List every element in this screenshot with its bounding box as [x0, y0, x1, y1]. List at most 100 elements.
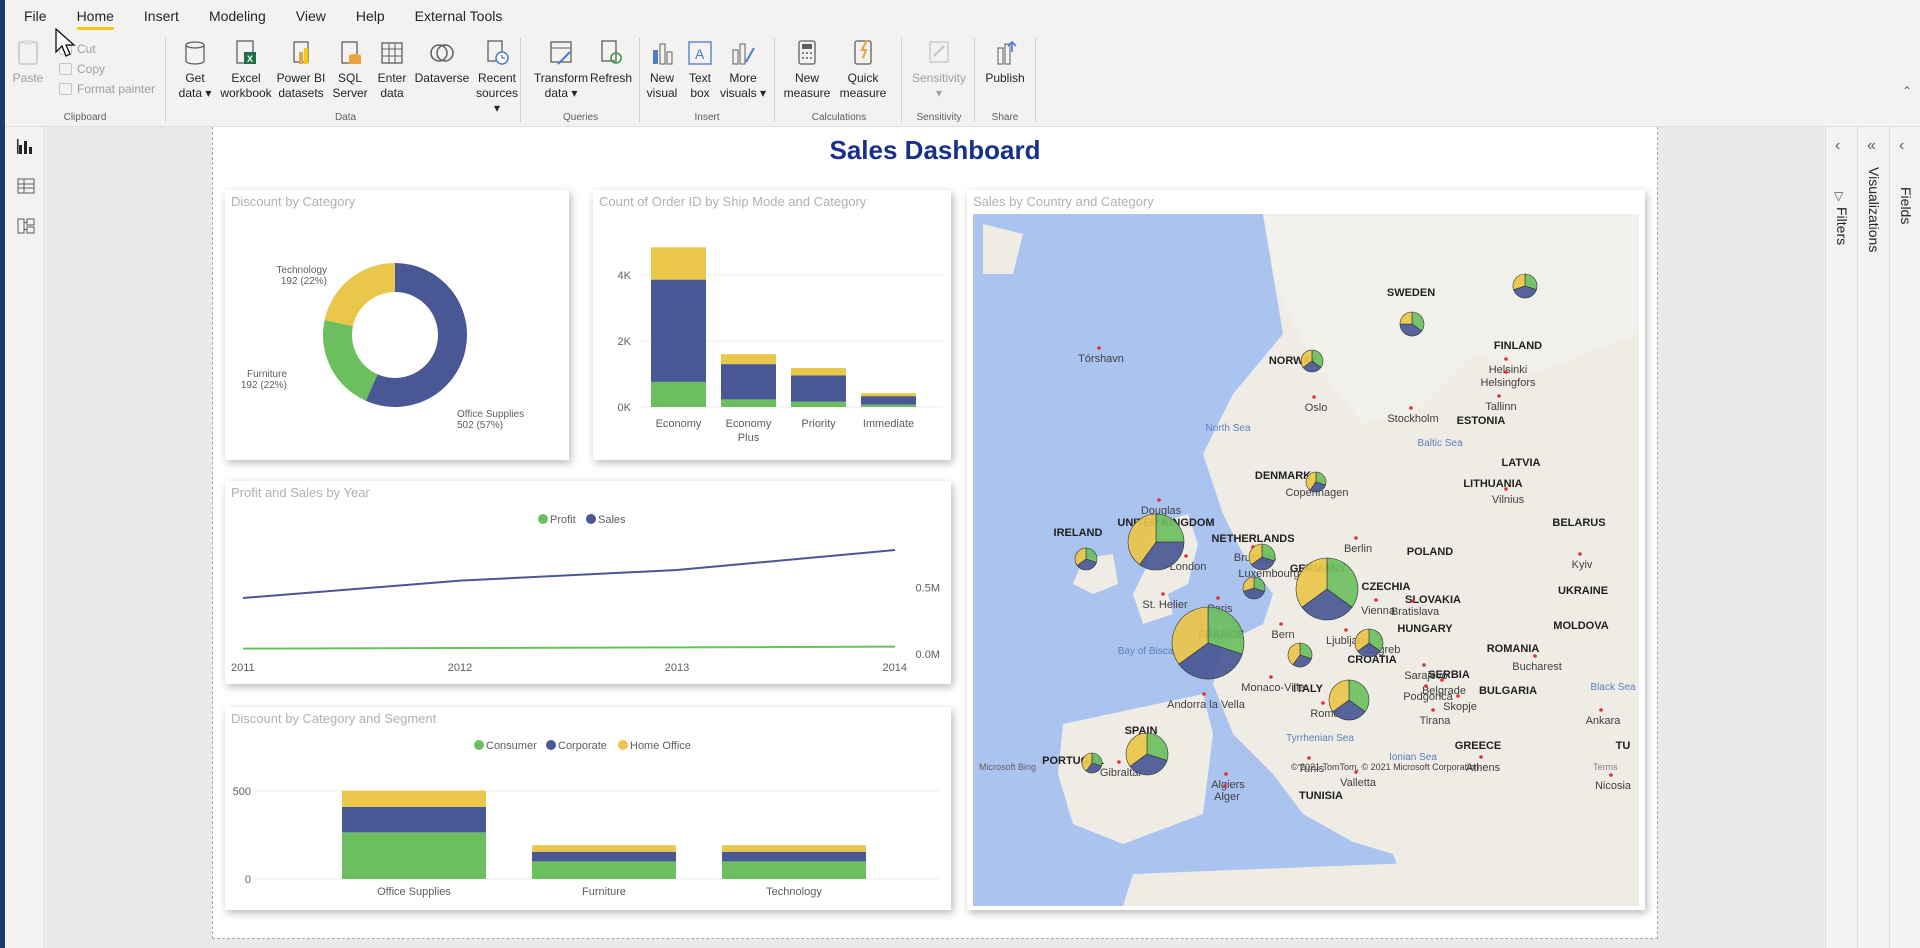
chevron-left-icon[interactable]: ‹: [1899, 137, 1904, 155]
map-visual[interactable]: Sales by Country and Category SWEDEN FINL…: [967, 190, 1645, 910]
slice-value-label: 192 (22%): [281, 276, 327, 287]
fields-pane-label: Fields: [1898, 187, 1914, 225]
bar-segment[interactable]: [722, 845, 866, 852]
city-label: Skopje: [1443, 701, 1477, 713]
double-chevron-left-icon[interactable]: «: [1867, 137, 1876, 155]
shipmode-chart: 0K 2K 4K Economy Economy Plus Priority Immediat…: [618, 247, 943, 444]
visualizations-pane-label: Visualizations: [1866, 167, 1882, 253]
copy-icon: [59, 63, 72, 75]
enter-data-button[interactable]: Enter data: [372, 36, 412, 101]
europe-map[interactable]: SWEDENFINLANDNORWAYESTONIALATVIALITHUANI…: [973, 214, 1639, 906]
chevron-left-icon[interactable]: ‹: [1835, 137, 1840, 155]
excel-workbook-button[interactable]: X Excel workbook: [218, 36, 274, 101]
publish-button[interactable]: Publish: [979, 36, 1031, 86]
bar-segment[interactable]: [342, 790, 486, 807]
text-box-button[interactable]: A Text box: [682, 36, 718, 101]
transform-data-button[interactable]: Transform data ▾: [533, 36, 589, 101]
segment-visual[interactable]: Discount by Category and Segment Consume…: [225, 707, 951, 910]
bar-segment[interactable]: [861, 404, 916, 407]
bar-segment[interactable]: [342, 806, 486, 833]
sensitivity-button[interactable]: Sensitivity ▾: [906, 36, 972, 101]
bar-segment[interactable]: [721, 399, 776, 407]
donut-slice[interactable]: [323, 320, 378, 401]
city-label: Berlin: [1344, 543, 1372, 555]
x-tick-label: Economy: [726, 418, 772, 430]
series-line[interactable]: [242, 549, 896, 599]
format-painter-button[interactable]: Format painter: [57, 80, 155, 98]
refresh-button[interactable]: Refresh: [589, 36, 633, 86]
slice-value-label: 192 (22%): [241, 380, 287, 391]
bar-segment[interactable]: [651, 247, 706, 280]
bar-segment[interactable]: [721, 364, 776, 400]
power-bi-datasets-button[interactable]: Power BI datasets: [274, 36, 328, 101]
city-dot: [1533, 654, 1537, 658]
menu-help[interactable]: Help: [356, 0, 385, 32]
calculations-group: New measure Quick measure Calculations: [777, 36, 901, 125]
city-label: Helsingfors: [1480, 377, 1536, 389]
get-data-button[interactable]: Get data ▾: [172, 36, 218, 101]
profit-sales-visual[interactable]: Profit and Sales by Year Profit Sales 0.0M…: [225, 481, 951, 684]
bar-segment[interactable]: [532, 851, 676, 862]
city-dot: [1321, 701, 1325, 705]
bar-segment[interactable]: [861, 393, 916, 397]
report-view-icon[interactable]: [17, 137, 35, 155]
ribbon-separator: [639, 38, 640, 122]
donut-visual[interactable]: Discount by Category Office Supplies 502 …: [225, 190, 569, 460]
y-tick-label: 0.0M: [916, 649, 940, 661]
x-tick-label: Furniture: [582, 886, 626, 898]
bar-segment[interactable]: [651, 279, 706, 382]
bar-segment[interactable]: [722, 861, 866, 879]
visual-title: Sales by Country and Category: [973, 194, 1154, 209]
city-dot: [1307, 756, 1311, 760]
city-dot: [1312, 395, 1316, 399]
bar-segment[interactable]: [532, 861, 676, 879]
city-dot: [1344, 628, 1348, 632]
slice-name-label: Technology: [276, 265, 327, 276]
new-visual-button[interactable]: New visual: [642, 36, 682, 101]
more-visuals-button[interactable]: More visuals ▾: [718, 36, 768, 101]
bar-segment[interactable]: [722, 851, 866, 862]
new-measure-button[interactable]: New measure: [781, 36, 833, 101]
city-label: Tórshavn: [1078, 353, 1124, 365]
sensitivity-group: Sensitivity ▾ Sensitivity: [904, 36, 974, 125]
bar-segment[interactable]: [721, 354, 776, 365]
series-line[interactable]: [242, 645, 896, 650]
menu-home[interactable]: Home: [76, 0, 115, 32]
bar-segment[interactable]: [861, 396, 916, 405]
recent-sources-button[interactable]: Recent sources ▾: [472, 36, 522, 116]
bar-segment[interactable]: [651, 381, 706, 407]
donut-slice[interactable]: [324, 263, 395, 327]
transform-icon: [546, 38, 576, 68]
country-label: UKRAINE: [1558, 585, 1608, 597]
sql-server-button[interactable]: SQL Server: [328, 36, 372, 101]
menu-insert[interactable]: Insert: [144, 0, 179, 32]
visualizations-pane[interactable]: « Visualizations: [1857, 127, 1889, 948]
bar-segment[interactable]: [791, 368, 846, 376]
dataverse-button[interactable]: Dataverse: [412, 36, 472, 86]
filter-icon: ▽: [1834, 189, 1844, 203]
bar-segment[interactable]: [791, 375, 846, 402]
menu-view[interactable]: View: [296, 0, 326, 32]
filters-pane[interactable]: ‹ ▽ Filters: [1825, 127, 1857, 948]
legend-marker: [618, 740, 628, 750]
collapse-ribbon-icon[interactable]: ⌃: [1902, 84, 1912, 98]
fields-pane[interactable]: ‹ Fields: [1889, 127, 1920, 948]
menu-modeling[interactable]: Modeling: [209, 0, 266, 32]
model-view-icon[interactable]: [17, 217, 35, 235]
map-terms-link[interactable]: Terms: [1593, 762, 1618, 772]
city-label: Tirana: [1420, 715, 1452, 727]
city-label: Kyiv: [1572, 559, 1593, 571]
copy-button[interactable]: Copy: [57, 60, 105, 78]
quick-measure-button[interactable]: Quick measure: [833, 36, 893, 101]
bar-segment[interactable]: [791, 401, 846, 407]
menu-file[interactable]: File: [24, 0, 47, 32]
menu-external-tools[interactable]: External Tools: [415, 0, 503, 32]
bar-segment[interactable]: [342, 832, 486, 879]
paste-button[interactable]: Paste: [11, 36, 45, 86]
bar-segment[interactable]: [532, 845, 676, 852]
city-dot: [1504, 370, 1508, 374]
y-tick-label: 2K: [618, 336, 632, 348]
filters-pane-label: Filters: [1834, 207, 1850, 246]
shipmode-visual[interactable]: Count of Order ID by Ship Mode and Categ…: [593, 190, 951, 460]
data-view-icon[interactable]: [17, 177, 35, 195]
